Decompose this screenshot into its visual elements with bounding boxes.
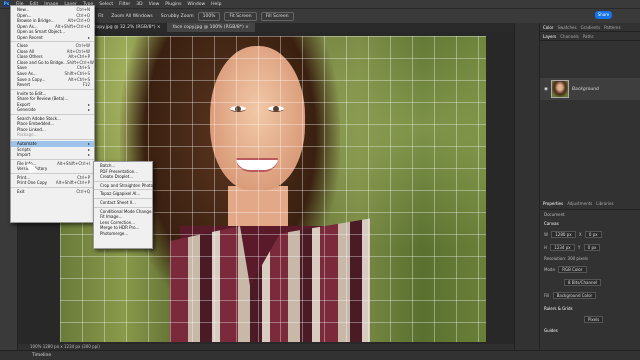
timeline-panel[interactable]: Timeline (0, 350, 640, 360)
menu-item-shortcut: ▸ (87, 107, 90, 113)
menu-view[interactable]: View (149, 2, 160, 7)
file-menu-item[interactable]: Open Recent ▸ (11, 35, 94, 41)
tab-face-copy[interactable]: face copy.jpg @ 100% (RGB/8*) × (166, 23, 255, 32)
menu-item-shortcut: Ctrl+Q (76, 188, 90, 194)
menu-separator (94, 206, 152, 208)
tab-gradients[interactable]: Gradients (581, 25, 601, 30)
guides-section[interactable]: Guides (540, 326, 640, 335)
x-field[interactable]: 0 px (584, 231, 602, 238)
menu-item-shortcut: Alt+Shift+Ctrl+I (57, 160, 90, 166)
rulers-grids-section[interactable]: Rulers & Grids (540, 304, 640, 313)
menu-separator (11, 172, 94, 174)
menu-item-shortcut: ▸ (87, 152, 90, 158)
menu-window[interactable]: Window (187, 2, 205, 7)
menu-item-shortcut: F12 (82, 82, 90, 88)
mode-label: Mode (544, 267, 555, 272)
menu-item-label: Revert (17, 82, 31, 88)
menu-separator (94, 180, 152, 182)
menu-separator (11, 88, 94, 90)
layer-thumbnail (550, 80, 569, 98)
tab-swatches[interactable]: Swatches (557, 25, 576, 30)
menu-select[interactable]: Select (99, 2, 113, 7)
zoom-fit-label[interactable]: Fit (98, 14, 103, 19)
tab-adjustments[interactable]: Adjustments (567, 201, 592, 206)
menu-separator (94, 189, 152, 191)
menu-separator (11, 186, 94, 188)
eye-icon[interactable]: ◉ (544, 87, 548, 92)
tab-properties[interactable]: Properties (543, 201, 563, 206)
scrubby-zoom-checkbox[interactable]: Scrubby Zoom (161, 14, 194, 19)
color-panel-tabs: Color Swatches Gradients Patterns (540, 23, 640, 32)
menu-separator (94, 197, 152, 199)
menu-item-shortcut: Alt+Shift+Ctrl+P (55, 180, 90, 186)
zoom-all-windows-checkbox[interactable]: Zoom All Windows (111, 14, 153, 19)
tab-libraries[interactable]: Libraries (596, 201, 613, 206)
fill-label: Fill (544, 293, 550, 298)
layer-row-background[interactable]: ◉ Background (540, 78, 640, 100)
menu-item-label: Import (17, 152, 31, 158)
tab-paths[interactable]: Paths (583, 34, 594, 39)
file-menu-item[interactable]: Revert F12 (11, 82, 94, 88)
photoshop-logo-icon: Ps (3, 1, 10, 7)
fill-screen-button[interactable]: Fill Screen (260, 11, 294, 21)
menu-item-label: Package... (17, 132, 38, 138)
layer-name: Background (571, 86, 599, 92)
menu-item-label: Print One Copy (17, 180, 48, 186)
automate-menu-item[interactable]: Contact Sheet II... (94, 200, 152, 206)
menu-item-label: Open Recent (17, 34, 43, 40)
menu-bar: Ps File Edit Image Layer Type Select Fil… (0, 0, 640, 8)
menu-item-label: Exit (17, 188, 25, 194)
depth-select[interactable]: 8 Bits/Channel (564, 279, 602, 286)
automate-menu-item[interactable]: Topaz Gigapixel AI... (94, 191, 152, 197)
menu-help[interactable]: Help (211, 2, 221, 7)
fit-screen-button[interactable]: Fit Screen (224, 11, 257, 21)
menu-item-shortcut: ▸ (87, 34, 90, 40)
file-menu-item[interactable]: Print One Copy Alt+Shift+Ctrl+P (11, 180, 94, 186)
tab-patterns[interactable]: Patterns (604, 25, 620, 30)
tab-channels[interactable]: Channels (560, 34, 579, 39)
share-button[interactable]: Share (595, 11, 612, 19)
zoom-100-button[interactable]: 100% (197, 11, 221, 21)
file-menu-item[interactable]: Import ▸ (11, 152, 94, 158)
units-select[interactable]: Pixels (584, 316, 604, 323)
document-label: Document (544, 212, 565, 217)
menu-separator (11, 139, 94, 141)
file-menu-dropdown: New... Ctrl+N Open... Ctrl+O Browse in Bridg… (10, 5, 95, 223)
canvas-section[interactable]: Canvas (540, 219, 640, 228)
file-menu-item[interactable]: Package... (11, 132, 94, 138)
menu-separator (11, 41, 94, 43)
file-menu-item[interactable]: Version History (11, 166, 94, 172)
width-field[interactable]: 1280 px (551, 231, 576, 238)
properties-panel: Properties Adjustments Libraries Documen… (540, 198, 640, 350)
fill-select[interactable]: Background Color (552, 292, 597, 299)
right-panels: Color Swatches Gradients Patterns Layers… (539, 23, 640, 350)
menu-3d[interactable]: 3D (136, 2, 142, 7)
tab-color[interactable]: Color (543, 25, 553, 30)
mode-select[interactable]: RGB Color (558, 266, 587, 273)
options-bar: Fit Zoom All Windows Scrubby Zoom 100% F… (0, 8, 640, 23)
file-menu-item[interactable]: Exit Ctrl+Q (11, 189, 94, 195)
menu-filter[interactable]: Filter (119, 2, 130, 7)
menu-item-label: Generate (17, 107, 36, 113)
height-field[interactable]: 1234 px (550, 244, 575, 251)
automate-menu-item[interactable]: Create Droplet... (94, 174, 152, 180)
file-menu-item[interactable]: Generate ▸ (11, 107, 94, 113)
resolution-label: Resolution: 300 pixels (544, 256, 588, 261)
layers-panel-tabs: Layers Channels Paths (540, 32, 640, 41)
automate-menu-item[interactable]: Photomerge... (94, 231, 152, 237)
automate-menu-item[interactable]: Crop and Straighten Photos (94, 183, 155, 189)
panel-icon-strip (514, 23, 539, 350)
automate-submenu: Batch... PDF Presentation... Create Drople… (93, 161, 155, 249)
y-field[interactable]: 0 px (583, 244, 601, 251)
tab-layers[interactable]: Layers (543, 34, 556, 39)
menu-plugins[interactable]: Plugins (165, 2, 181, 7)
menu-separator (11, 113, 94, 115)
menu-separator (11, 158, 94, 160)
